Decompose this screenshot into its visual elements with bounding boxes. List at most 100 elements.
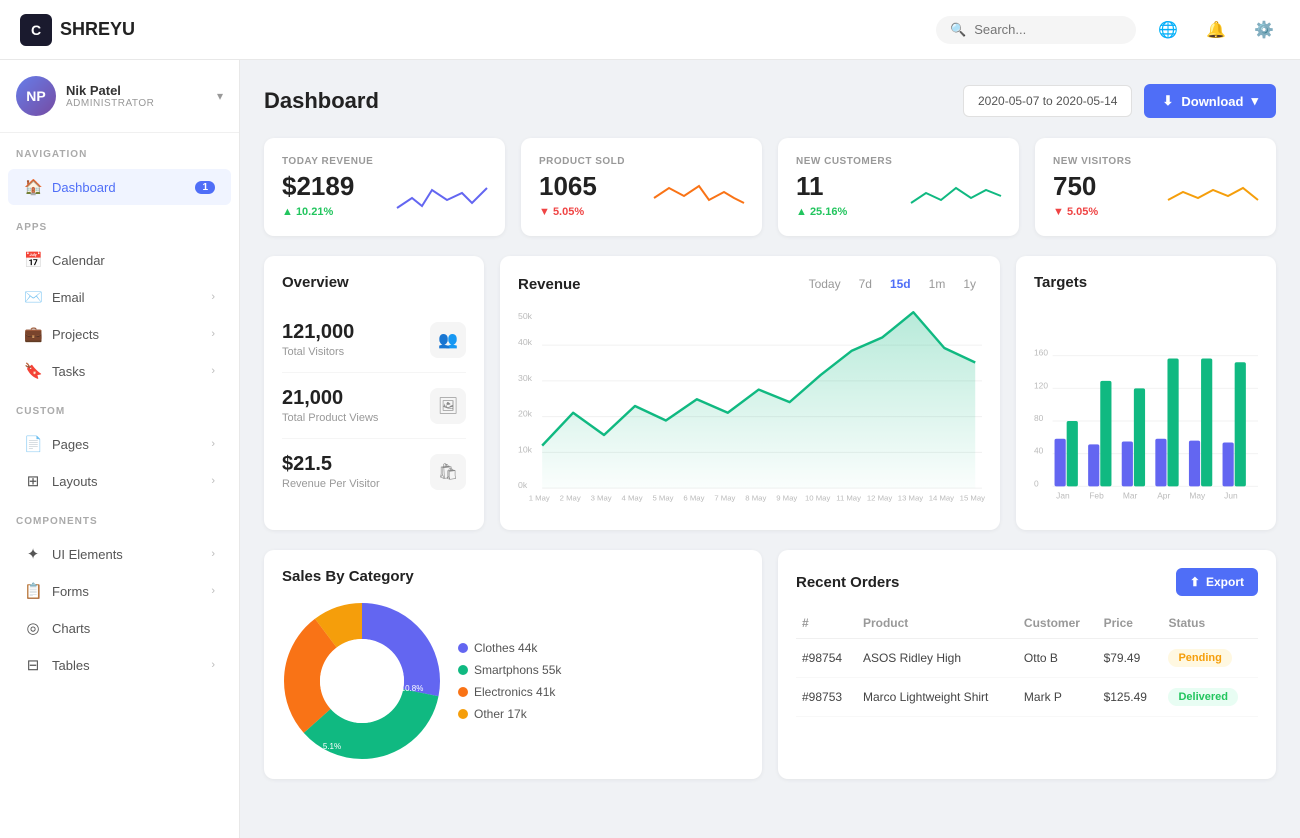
gear-icon[interactable]: ⚙️ [1248, 14, 1280, 46]
overview-value: 21,000 [282, 387, 378, 410]
export-icon: ⬆ [1190, 575, 1200, 589]
date-range[interactable]: 2020-05-07 to 2020-05-14 [963, 85, 1132, 117]
legend: Clothes 44k Smartphons 55k Electronics 4… [458, 641, 561, 721]
table-icon: ⊟ [24, 656, 42, 674]
sidebar-item-email[interactable]: ✉️ Email › [8, 279, 231, 315]
svg-text:2 May: 2 May [560, 494, 581, 503]
svg-text:11 May: 11 May [836, 494, 861, 503]
user-role: ADMINISTRATOR [66, 98, 207, 109]
sidebar-item-tables[interactable]: ⊟ Tables › [8, 647, 231, 683]
svg-text:15 May: 15 May [960, 494, 985, 503]
topnav-icons: 🌐 🔔 ⚙️ [1152, 14, 1280, 46]
sidebar-item-ui-elements[interactable]: ✦ UI Elements › [8, 536, 231, 572]
search-input[interactable] [974, 22, 1122, 37]
logo-icon: C [20, 14, 52, 46]
user-chevron-icon[interactable]: ▾ [217, 89, 223, 103]
overview-value: $21.5 [282, 453, 380, 476]
svg-text:6 May: 6 May [683, 494, 704, 503]
svg-text:10k: 10k [518, 444, 533, 454]
stat-cards: TODAY REVENUE $2189 ▲ 10.21% PRODUCT SOL… [264, 138, 1276, 236]
overview-label: Total Product Views [282, 412, 378, 424]
tab-1y[interactable]: 1y [957, 274, 982, 294]
svg-text:1 May: 1 May [529, 494, 550, 503]
globe-icon[interactable]: 🌐 [1152, 14, 1184, 46]
cell-product: Marco Lightweight Shirt [857, 678, 1018, 717]
stat-value: 1065 [539, 171, 597, 202]
donut-container: 28.0% 10.8% 5.1% Clothes 44k Smartphons … [282, 601, 744, 761]
sidebar-item-tasks[interactable]: 🔖 Tasks › [8, 353, 231, 389]
sidebar-item-dashboard[interactable]: 🏠 Dashboard 1 [8, 169, 231, 205]
svg-text:Feb: Feb [1089, 490, 1104, 500]
nav-label-navigation: NAVIGATION [0, 133, 239, 168]
table-row: #98753 Marco Lightweight Shirt Mark P $1… [796, 678, 1258, 717]
cell-status: Pending [1162, 639, 1258, 678]
svg-text:14 May: 14 May [929, 494, 954, 503]
dropdown-arrow-icon: ▾ [1251, 93, 1258, 109]
svg-text:Apr: Apr [1157, 490, 1170, 500]
svg-text:50k: 50k [518, 311, 533, 321]
col-status: Status [1162, 608, 1258, 639]
bell-icon[interactable]: 🔔 [1200, 14, 1232, 46]
orders-card: Recent Orders ⬆ Export # Product Custome… [778, 550, 1276, 779]
nav-section-apps: APPS 📅 Calendar ✉️ Email › 💼 Projects › … [0, 206, 239, 390]
bag-icon: 🛍 [430, 454, 466, 490]
image-icon: 🖼 [430, 388, 466, 424]
download-button[interactable]: ⬇ Download ▾ [1144, 84, 1276, 118]
sidebar-item-projects[interactable]: 💼 Projects › [8, 316, 231, 352]
svg-text:13 May: 13 May [898, 494, 923, 503]
nav-section-custom: CUSTOM 📄 Pages › ⊞ Layouts › [0, 390, 239, 500]
svg-text:0: 0 [1034, 478, 1039, 488]
download-label: Download [1181, 94, 1243, 109]
overview-card: Overview 121,000 Total Visitors 👥 21,000… [264, 256, 484, 530]
revenue-title: Revenue [518, 276, 803, 293]
main-content: Dashboard 2020-05-07 to 2020-05-14 ⬇ Dow… [240, 60, 1300, 838]
stat-change: ▲ 10.21% [282, 206, 354, 218]
sidebar-item-label: Charts [52, 621, 215, 636]
sidebar-item-forms[interactable]: 📋 Forms › [8, 573, 231, 609]
stat-value: $2189 [282, 171, 354, 202]
tab-today[interactable]: Today [803, 274, 847, 294]
legend-item-other: Other 17k [458, 707, 561, 721]
overview-item-views: 21,000 Total Product Views 🖼 [282, 373, 466, 439]
cell-id: #98754 [796, 639, 857, 678]
chevron-right-icon: › [211, 585, 215, 597]
col-price: Price [1098, 608, 1163, 639]
sidebar-item-charts[interactable]: ◎ Charts [8, 610, 231, 646]
stat-label: NEW CUSTOMERS [796, 156, 1001, 167]
app-logo: C SHREYU [20, 14, 135, 46]
stat-change: ▲ 25.16% [796, 206, 847, 218]
sidebar-item-layouts[interactable]: ⊞ Layouts › [8, 463, 231, 499]
sidebar-item-calendar[interactable]: 📅 Calendar [8, 242, 231, 278]
customers-sparkline [911, 178, 1001, 218]
search-box[interactable]: 🔍 [936, 16, 1136, 44]
svg-text:0k: 0k [518, 480, 528, 490]
col-product: Product [857, 608, 1018, 639]
cell-price: $125.49 [1098, 678, 1163, 717]
download-icon: ⬇ [1162, 93, 1173, 109]
status-badge: Delivered [1168, 688, 1238, 706]
overview-value: 121,000 [282, 321, 354, 344]
overview-item-visitors: 121,000 Total Visitors 👥 [282, 307, 466, 373]
legend-label: Smartphons 55k [474, 663, 561, 677]
tab-7d[interactable]: 7d [853, 274, 878, 294]
avatar: NP [16, 76, 56, 116]
users-icon: 👥 [430, 322, 466, 358]
svg-text:7 May: 7 May [714, 494, 735, 503]
svg-text:Jun: Jun [1224, 490, 1238, 500]
tab-1m[interactable]: 1m [923, 274, 952, 294]
overview-item-revenue: $21.5 Revenue Per Visitor 🛍 [282, 439, 466, 504]
export-button[interactable]: ⬆ Export [1176, 568, 1258, 596]
legend-item-clothes: Clothes 44k [458, 641, 561, 655]
stat-card-customers: NEW CUSTOMERS 11 ▲ 25.16% [778, 138, 1019, 236]
sales-card: Sales By Category 28.0% 10.8% 5.1% [264, 550, 762, 779]
revenue-card: Revenue Today 7d 15d 1m 1y 0k 10k 20k 30… [500, 256, 1000, 530]
tab-15d[interactable]: 15d [884, 274, 917, 294]
svg-text:3 May: 3 May [591, 494, 612, 503]
sidebar-item-pages[interactable]: 📄 Pages › [8, 426, 231, 462]
sidebar-item-label: Forms [52, 584, 201, 599]
sidebar-item-label: Calendar [52, 253, 215, 268]
legend-dot [458, 709, 468, 719]
elements-icon: ✦ [24, 545, 42, 563]
chevron-right-icon: › [211, 475, 215, 487]
home-icon: 🏠 [24, 178, 42, 196]
